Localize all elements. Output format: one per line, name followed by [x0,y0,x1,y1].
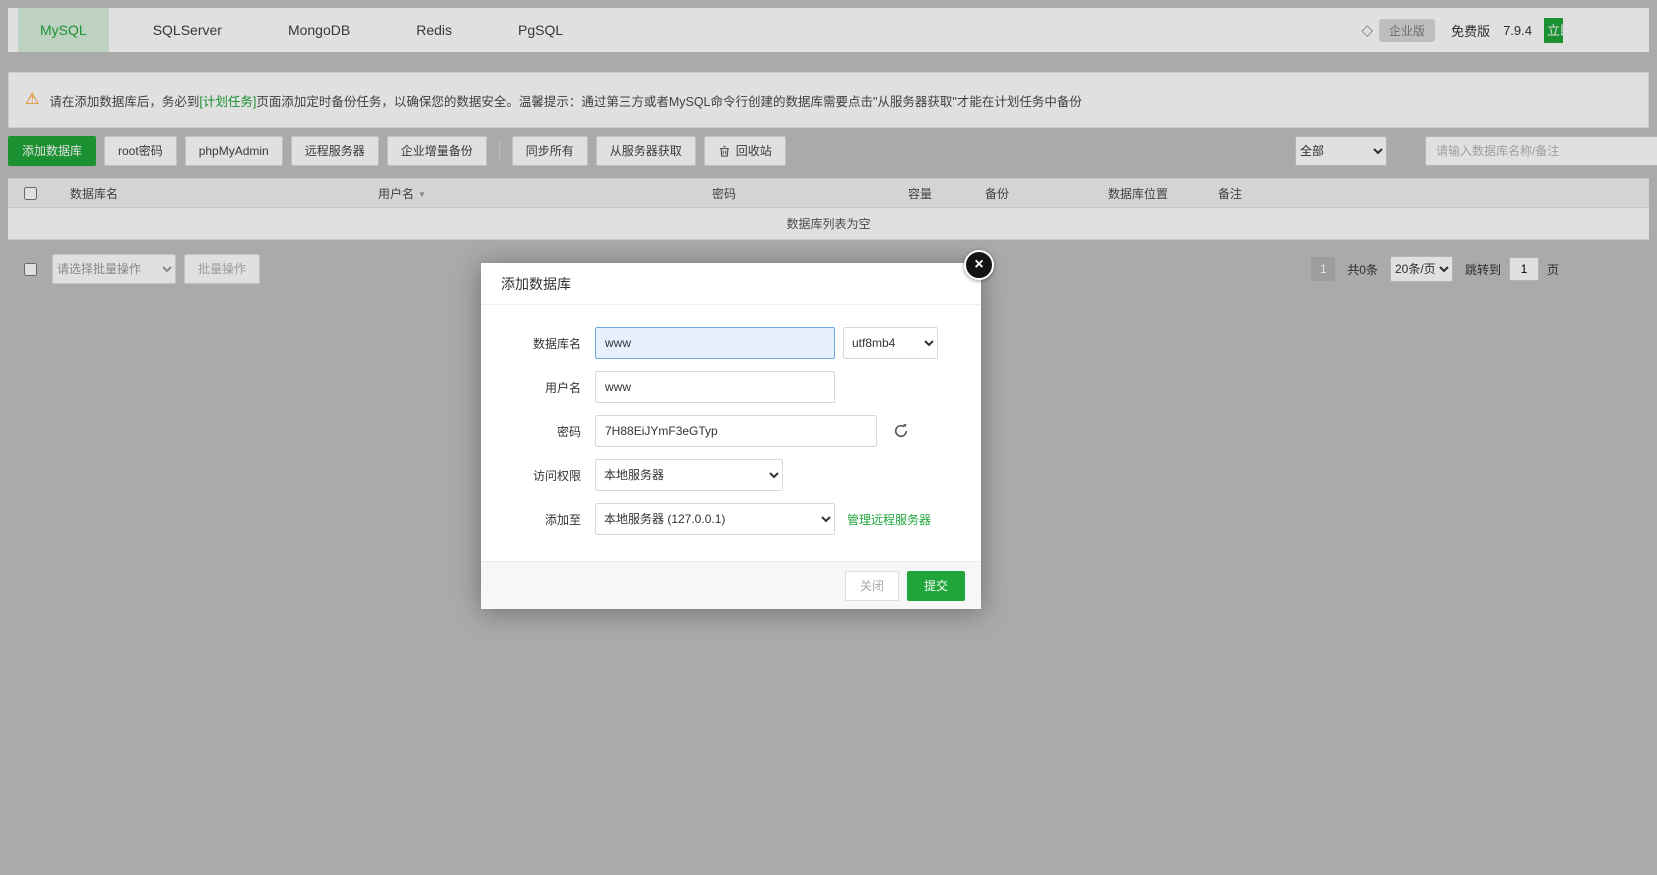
password-label: 密码 [556,424,581,439]
target-row: 添加至 本地服务器 (127.0.0.1) 管理远程服务器 [501,503,961,535]
access-select[interactable]: 本地服务器 [595,459,783,491]
modal-close-button[interactable]: × [964,250,994,280]
username-input[interactable] [595,371,835,403]
db-name-input[interactable] [595,327,835,359]
username-row: 用户名 [501,371,961,403]
target-label: 添加至 [544,512,581,527]
modal-body: 数据库名 utf8mb4 用户名 密码 访问权限 本地服务器 [481,305,981,561]
modal-submit-button[interactable]: 提交 [906,570,965,601]
refresh-password-icon[interactable] [893,423,909,439]
add-database-modal: 添加数据库 × 数据库名 utf8mb4 用户名 密码 [481,250,994,609]
access-label: 访问权限 [532,468,581,483]
access-row: 访问权限 本地服务器 [501,459,961,491]
charset-select[interactable]: utf8mb4 [843,327,938,359]
target-server-select[interactable]: 本地服务器 (127.0.0.1) [595,503,835,535]
password-row: 密码 [501,415,961,447]
modal-title: 添加数据库 [481,263,981,305]
modal-cancel-button[interactable]: 关闭 [844,570,899,601]
manage-remote-link[interactable]: 管理远程服务器 [847,511,931,528]
username-label: 用户名 [544,380,581,395]
close-icon: × [974,256,984,273]
modal-footer: 关闭 提交 [481,561,981,609]
db-name-row: 数据库名 utf8mb4 [501,327,961,359]
password-input[interactable] [595,415,877,447]
db-name-label: 数据库名 [532,336,581,351]
